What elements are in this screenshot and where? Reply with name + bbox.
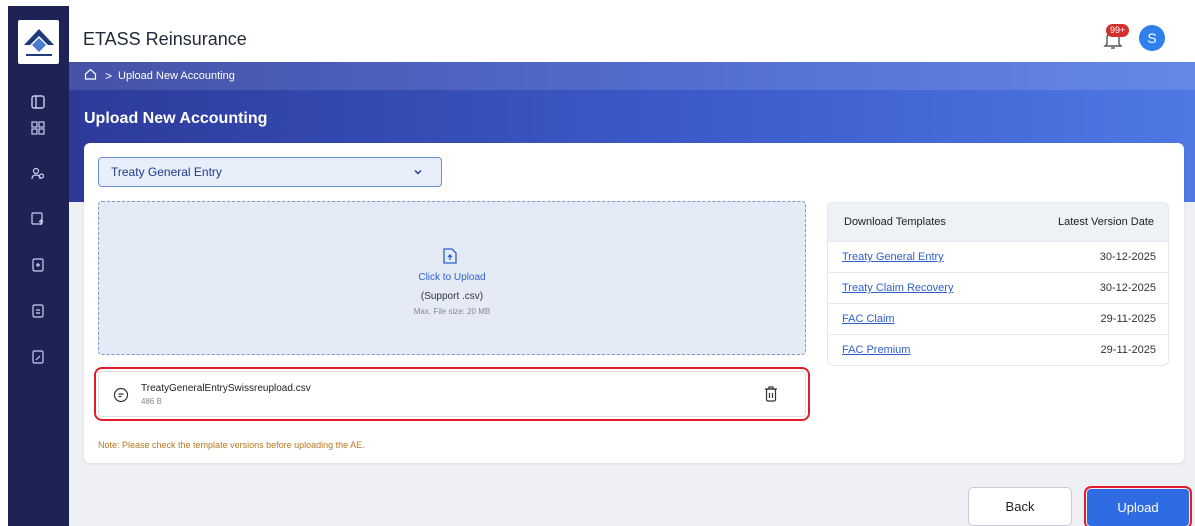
uploaded-file-name: TreatyGeneralEntrySwissreupload.csv	[141, 383, 311, 394]
click-to-upload-link[interactable]: Click to Upload	[99, 272, 805, 283]
supported-formats: (Support .csv)	[420, 291, 484, 302]
table-row: FAC Premium 29-11-2025	[828, 334, 1168, 365]
download-templates-table: Download Templates Latest Version Date T…	[827, 202, 1169, 366]
template-version-note: Note: Please check the template versions…	[98, 440, 365, 450]
upload-button[interactable]: Upload	[1084, 486, 1192, 526]
template-date: 29-11-2025	[1100, 313, 1156, 325]
add-document-icon[interactable]	[28, 255, 48, 275]
company-logo[interactable]	[18, 20, 59, 64]
back-button[interactable]: Back	[968, 487, 1072, 526]
document-icon[interactable]	[28, 301, 48, 321]
chevron-down-icon	[413, 166, 423, 180]
template-date: 30-12-2025	[1099, 282, 1156, 294]
app-window: ETASS Reinsurance 99+ S > Upload New Acc…	[8, 6, 1195, 526]
table-row: Treaty Claim Recovery 30-12-2025	[828, 272, 1168, 303]
file-icon	[113, 387, 129, 403]
user-avatar[interactable]: S	[1139, 25, 1165, 51]
page-title: Upload New Accounting	[84, 110, 268, 127]
template-link-fac-claim[interactable]: FAC Claim	[842, 313, 895, 325]
upload-file-icon	[440, 246, 460, 266]
dashboard-icon[interactable]	[28, 118, 48, 138]
entry-type-select[interactable]: Treaty General Entry	[98, 157, 442, 187]
notification-badge: 99+	[1106, 24, 1130, 37]
breadcrumb: > Upload New Accounting	[69, 62, 1195, 90]
delete-file-icon[interactable]	[763, 385, 779, 403]
top-header: ETASS Reinsurance 99+ S	[69, 6, 1195, 62]
uploaded-file-size: 486 B	[141, 397, 162, 406]
upload-doc-icon[interactable]	[28, 209, 48, 229]
app-title: ETASS Reinsurance	[83, 29, 247, 49]
sidebar	[8, 6, 69, 526]
entry-type-select-value: Treaty General Entry	[111, 165, 222, 179]
template-date: 29-11-2025	[1100, 344, 1156, 356]
template-link-treaty-general-entry[interactable]: Treaty General Entry	[842, 251, 944, 263]
table-header: Download Templates Latest Version Date	[828, 203, 1168, 241]
table-row: FAC Claim 29-11-2025	[828, 303, 1168, 334]
upload-card: Treaty General Entry Click to Upload (Su…	[84, 143, 1184, 463]
breadcrumb-current: Upload New Accounting	[118, 70, 235, 82]
max-file-size: Max. File size: 20 MB	[413, 307, 491, 316]
home-icon[interactable]	[84, 67, 97, 85]
template-link-treaty-claim-recovery[interactable]: Treaty Claim Recovery	[842, 282, 953, 294]
header-latest-version-date: Latest Version Date	[1057, 216, 1154, 228]
table-row: Treaty General Entry 30-12-2025	[828, 241, 1168, 272]
sidebar-toggle-icon[interactable]	[28, 92, 48, 112]
edit-document-icon[interactable]	[28, 347, 48, 367]
file-dropzone[interactable]: Click to Upload (Support .csv) Max. File…	[98, 201, 806, 355]
users-icon[interactable]	[28, 164, 48, 184]
template-link-fac-premium[interactable]: FAC Premium	[842, 344, 910, 356]
breadcrumb-separator-icon: >	[105, 69, 113, 83]
template-date: 30-12-2025	[1099, 251, 1156, 263]
header-download-templates: Download Templates	[844, 216, 946, 228]
uploaded-file-item: TreatyGeneralEntrySwissreupload.csv 486 …	[94, 367, 810, 421]
